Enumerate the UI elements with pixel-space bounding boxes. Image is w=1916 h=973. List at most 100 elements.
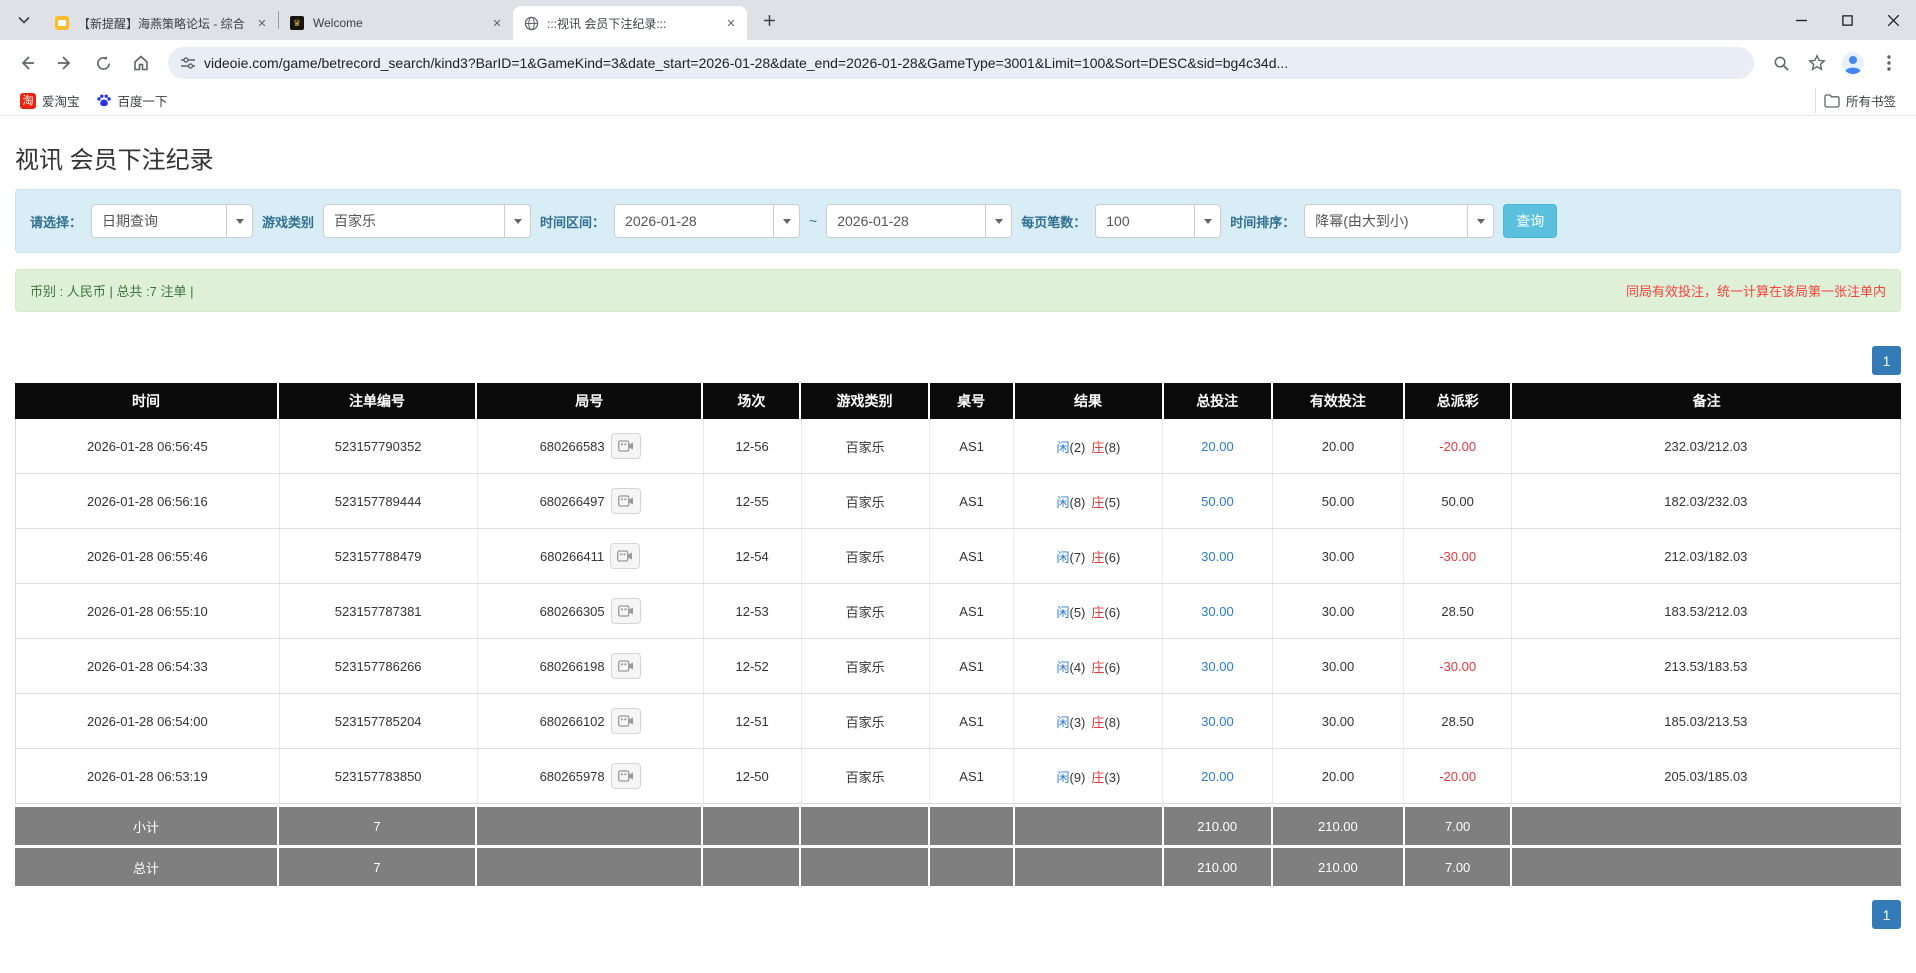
tab-title: Welcome bbox=[313, 16, 481, 30]
cell-time: 2026-01-28 06:54:33 bbox=[16, 639, 280, 693]
date-end-value: 2026-01-28 bbox=[827, 205, 985, 237]
game-category-combobox[interactable]: 百家乐 bbox=[323, 204, 531, 238]
column-header: 总投注 bbox=[1164, 383, 1273, 419]
cell-note: 183.53/212.03 bbox=[1512, 584, 1900, 638]
cell-valid-bet: 30.00 bbox=[1273, 584, 1405, 638]
browser-tab-strip: 【新提醒】海燕策略论坛 - 综合 ✕ ♛ Welcome ✕ :::视讯 会员下… bbox=[0, 0, 1916, 40]
toolbar-right-icons bbox=[1764, 46, 1906, 80]
maximize-icon[interactable] bbox=[1824, 0, 1870, 40]
page-size-combobox[interactable]: 100 bbox=[1095, 204, 1221, 238]
cell-session: 12-54 bbox=[704, 529, 802, 583]
tab-search-chevron-icon[interactable] bbox=[10, 6, 38, 34]
caret-down-icon[interactable] bbox=[985, 205, 1011, 237]
cell-total-bet: 20.00 bbox=[1163, 419, 1272, 473]
video-replay-button[interactable] bbox=[611, 708, 641, 734]
cell-time: 2026-01-28 06:56:45 bbox=[16, 419, 280, 473]
close-window-icon[interactable] bbox=[1870, 0, 1916, 40]
cell-round-id: 680265978 bbox=[478, 749, 704, 803]
total-bet-link[interactable]: 30.00 bbox=[1201, 659, 1234, 674]
all-bookmarks-button[interactable]: 所有书签 bbox=[1815, 88, 1904, 113]
date-range-label: 时间区间： bbox=[540, 212, 605, 231]
back-icon[interactable] bbox=[10, 46, 44, 80]
refresh-icon[interactable] bbox=[86, 46, 120, 80]
footer-cell bbox=[930, 848, 1015, 886]
forward-icon[interactable] bbox=[48, 46, 82, 80]
bookmark-star-icon[interactable] bbox=[1800, 46, 1834, 80]
video-replay-button[interactable] bbox=[611, 763, 641, 789]
cell-total-payout: 28.50 bbox=[1404, 694, 1511, 748]
total-bet-link[interactable]: 30.00 bbox=[1201, 549, 1234, 564]
tab-bet-record-active[interactable]: :::视讯 会员下注纪录::: ✕ bbox=[513, 6, 747, 40]
profile-avatar-icon[interactable] bbox=[1836, 46, 1870, 80]
bookmark-baidu[interactable]: 百度一下 bbox=[88, 88, 176, 113]
forum-favicon-icon bbox=[54, 15, 70, 31]
round-id-text: 680265978 bbox=[540, 769, 605, 784]
pager-page-1[interactable]: 1 bbox=[1872, 900, 1901, 929]
total-bet-link[interactable]: 20.00 bbox=[1201, 439, 1234, 454]
table-row: 2026-01-28 06:55:10523157787381680266305… bbox=[16, 584, 1900, 639]
cell-bet-id: 523157788479 bbox=[280, 529, 478, 583]
minimize-icon[interactable] bbox=[1778, 0, 1824, 40]
total-bet-link[interactable]: 30.00 bbox=[1201, 604, 1234, 619]
home-icon[interactable] bbox=[124, 46, 158, 80]
taobao-icon: 淘 bbox=[20, 93, 36, 109]
tab-title: :::视讯 会员下注纪录::: bbox=[547, 15, 715, 32]
footer-cell: 210.00 bbox=[1164, 848, 1273, 886]
pager-page-1[interactable]: 1 bbox=[1872, 346, 1901, 375]
total-bet-link[interactable]: 30.00 bbox=[1201, 714, 1234, 729]
table-footer: 小计7210.00210.007.00总计7210.00210.007.00 bbox=[15, 807, 1901, 886]
sort-label: 时间排序： bbox=[1230, 212, 1295, 231]
cell-time: 2026-01-28 06:55:46 bbox=[16, 529, 280, 583]
column-header: 桌号 bbox=[930, 383, 1015, 419]
tab-close-icon[interactable]: ✕ bbox=[254, 15, 270, 31]
kebab-menu-icon[interactable] bbox=[1872, 46, 1906, 80]
column-header: 局号 bbox=[477, 383, 703, 419]
zoom-magnifier-icon[interactable] bbox=[1764, 46, 1798, 80]
date-start-combobox[interactable]: 2026-01-28 bbox=[614, 204, 800, 238]
column-header: 时间 bbox=[15, 383, 279, 419]
footer-cell bbox=[703, 848, 801, 886]
video-replay-button[interactable] bbox=[611, 598, 641, 624]
cell-session: 12-53 bbox=[704, 584, 802, 638]
sort-combobox[interactable]: 降幂(由大到小) bbox=[1304, 204, 1494, 238]
result-part: 闲(7) bbox=[1056, 547, 1085, 566]
select-type-combobox[interactable]: 日期查询 bbox=[91, 204, 253, 238]
tab-close-icon[interactable]: ✕ bbox=[489, 15, 505, 31]
caret-down-icon[interactable] bbox=[226, 205, 252, 237]
total-bet-link[interactable]: 50.00 bbox=[1201, 494, 1234, 509]
bookmark-taobao[interactable]: 淘 爱淘宝 bbox=[12, 88, 88, 113]
cell-game-category: 百家乐 bbox=[802, 639, 930, 693]
cell-table-number: AS1 bbox=[930, 419, 1015, 473]
tab-welcome[interactable]: ♛ Welcome ✕ bbox=[279, 6, 513, 40]
caret-down-icon[interactable] bbox=[1194, 205, 1220, 237]
footer-cell bbox=[1512, 807, 1901, 845]
caret-down-icon[interactable] bbox=[1467, 205, 1493, 237]
url-bar[interactable]: videoie.com/game/betrecord_search/kind3?… bbox=[168, 47, 1754, 79]
round-id-text: 680266305 bbox=[540, 604, 605, 619]
column-header: 总派彩 bbox=[1405, 383, 1513, 419]
tab-close-icon[interactable]: ✕ bbox=[723, 15, 739, 31]
site-info-icon[interactable] bbox=[180, 55, 196, 71]
cell-total-payout: -20.00 bbox=[1404, 749, 1511, 803]
column-header: 备注 bbox=[1512, 383, 1901, 419]
date-end-combobox[interactable]: 2026-01-28 bbox=[826, 204, 1012, 238]
pagination-top: 1 bbox=[15, 346, 1901, 375]
query-button[interactable]: 查询 bbox=[1503, 204, 1557, 238]
video-replay-button[interactable] bbox=[611, 488, 641, 514]
page-content: 视讯 会员下注纪录 请选择： 日期查询 游戏类别 百家乐 时间区间： 2026-… bbox=[0, 140, 1916, 929]
tab-forum[interactable]: 【新提醒】海燕策略论坛 - 综合 ✕ bbox=[44, 6, 278, 40]
caret-down-icon[interactable] bbox=[504, 205, 530, 237]
footer-cell: 总计 bbox=[15, 848, 279, 886]
new-tab-plus-icon[interactable] bbox=[755, 6, 783, 34]
table-row: 2026-01-28 06:54:00523157785204680266102… bbox=[16, 694, 1900, 749]
video-replay-button[interactable] bbox=[611, 433, 641, 459]
video-replay-button[interactable] bbox=[611, 653, 641, 679]
caret-down-icon[interactable] bbox=[773, 205, 799, 237]
valid-bet-notice-text: 同局有效投注，统一计算在该局第一张注单内 bbox=[1626, 281, 1886, 300]
total-bet-link[interactable]: 20.00 bbox=[1201, 769, 1234, 784]
cell-total-bet: 30.00 bbox=[1163, 584, 1272, 638]
footer-cell bbox=[1512, 848, 1901, 886]
sort-value: 降幂(由大到小) bbox=[1305, 205, 1467, 237]
video-replay-button[interactable] bbox=[610, 543, 640, 569]
cell-session: 12-51 bbox=[704, 694, 802, 748]
